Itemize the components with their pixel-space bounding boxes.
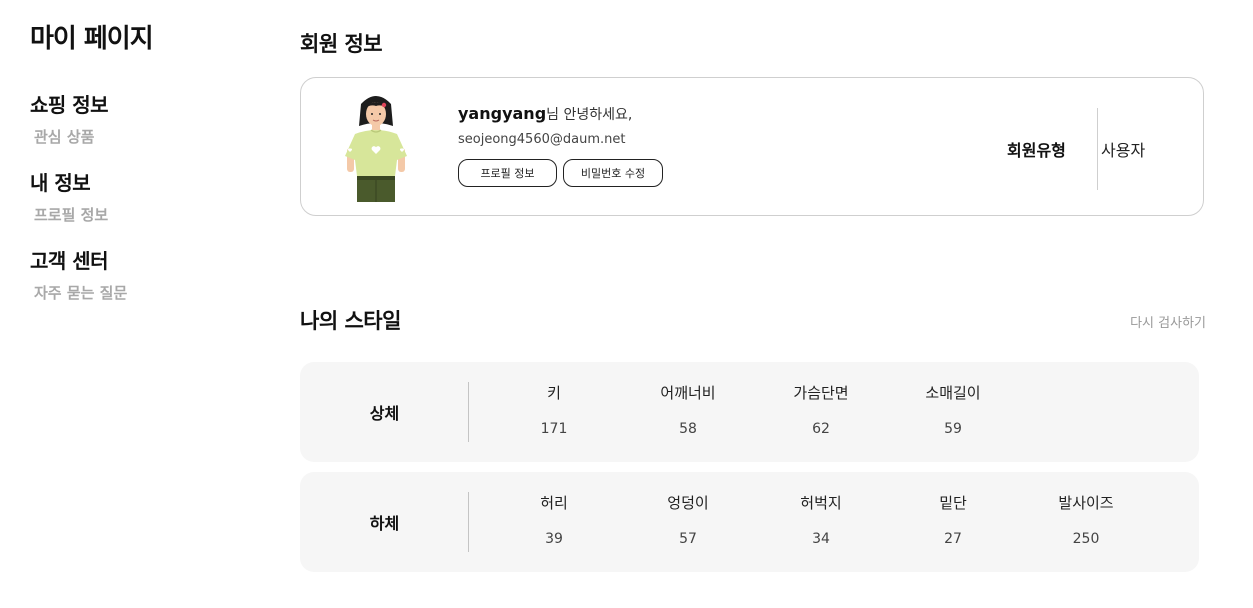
sidebar-item-faq[interactable]: 자주 묻는 질문: [34, 282, 250, 303]
my-style-title: 나의 스타일: [300, 309, 401, 333]
sidebar-section-my-info[interactable]: 내 정보: [30, 167, 250, 196]
member-card: yangyang님 안녕하세요, seojeong4560@daum.net 프…: [300, 77, 1204, 216]
divider: [468, 382, 469, 442]
measure-header-chest: 가슴단면: [793, 384, 849, 402]
page-title: 마이 페이지: [30, 24, 154, 54]
profile-actions: 프로필 정보 비밀번호 수정: [458, 159, 663, 187]
sidebar-item-wishlist[interactable]: 관심 상품: [34, 126, 250, 147]
divider: [1097, 108, 1098, 190]
measure-value-hip: 57: [679, 531, 697, 547]
sidebar-section-customer-center[interactable]: 고객 센터: [30, 245, 250, 274]
member-info-title: 회원 정보: [300, 32, 383, 56]
avatar: [345, 96, 407, 202]
upper-body-panel: 상체 키 어깨너비 가슴단면 소매길이 171 58 62 59: [300, 362, 1199, 462]
measure-header-thigh: 허벅지: [800, 494, 842, 512]
measure-value-hem: 27: [944, 531, 962, 547]
lower-body-panel: 하체 허리 엉덩이 허벅지 밑단 발사이즈 39 57 34 27 250: [300, 472, 1199, 572]
member-type-value: 사용자: [1101, 141, 1146, 160]
greeting: yangyang님 안녕하세요,: [458, 104, 663, 124]
divider: [468, 492, 469, 552]
retest-link[interactable]: 다시 검사하기: [1130, 312, 1206, 331]
measure-header-shoe-size: 발사이즈: [1058, 494, 1114, 512]
sidebar-item-profile[interactable]: 프로필 정보: [34, 204, 250, 225]
measure-value-shoe-size: 250: [1072, 531, 1100, 547]
measure-header-sleeve: 소매길이: [925, 384, 981, 402]
measure-value-height: 171: [540, 421, 568, 437]
user-info: yangyang님 안녕하세요, seojeong4560@daum.net 프…: [458, 104, 663, 187]
upper-body-label: 상체: [369, 404, 400, 423]
measure-header-waist: 허리: [540, 494, 568, 512]
greeting-suffix: 님 안녕하세요,: [546, 107, 633, 123]
measure-value-chest: 62: [812, 421, 830, 437]
measure-header-shoulder: 어깨너비: [660, 384, 716, 402]
lower-body-label: 하체: [369, 514, 400, 533]
profile-info-button[interactable]: 프로필 정보: [458, 159, 557, 187]
sidebar-section-shopping[interactable]: 쇼핑 정보: [30, 89, 250, 118]
measure-value-shoulder: 58: [679, 421, 697, 437]
measure-value-waist: 39: [545, 531, 563, 547]
user-email: seojeong4560@daum.net: [458, 132, 626, 147]
sidebar: 마이 페이지 쇼핑 정보 관심 상품 내 정보 프로필 정보 고객 센터 자주 …: [30, 18, 250, 303]
measure-header-hip: 엉덩이: [667, 494, 709, 512]
measure-header-height: 키: [547, 384, 561, 402]
measure-header-hem: 밑단: [939, 494, 967, 512]
username: yangyang: [458, 104, 547, 123]
change-password-button[interactable]: 비밀번호 수정: [563, 159, 663, 187]
measure-value-thigh: 34: [812, 531, 830, 547]
measure-value-sleeve: 59: [944, 421, 962, 437]
member-type-label: 회원유형: [1007, 141, 1066, 160]
